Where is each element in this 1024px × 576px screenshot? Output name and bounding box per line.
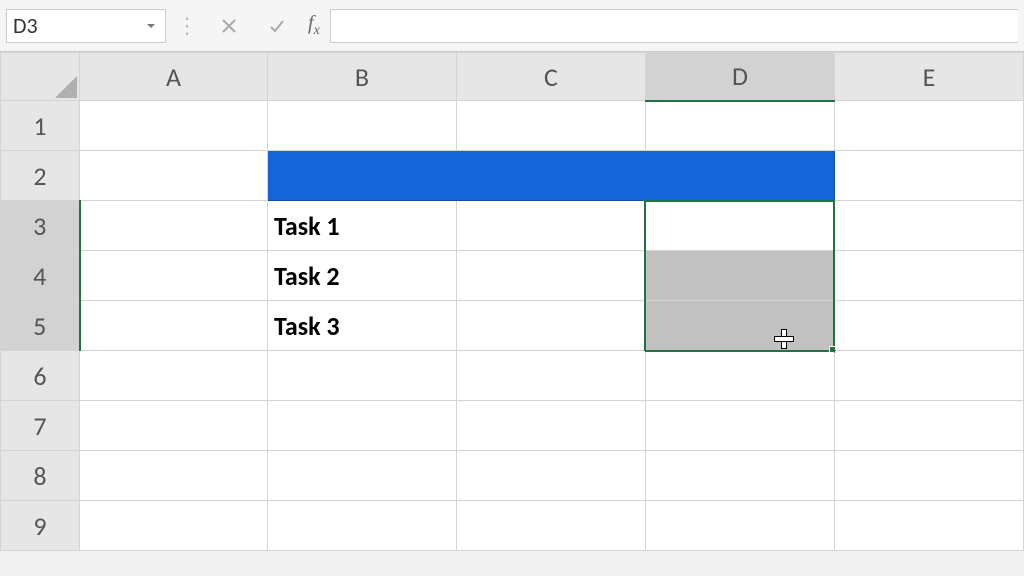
- cell-E5[interactable]: [834, 301, 1023, 351]
- fx-icon[interactable]: fx: [304, 12, 324, 39]
- cell-cursor-icon: [774, 329, 792, 347]
- cell-A8[interactable]: [80, 451, 268, 501]
- cell-D5[interactable]: [645, 301, 834, 351]
- name-box-dropdown-icon[interactable]: [143, 18, 159, 34]
- cell-D3[interactable]: [645, 201, 834, 251]
- row-header-5[interactable]: 5: [1, 301, 80, 351]
- cell-A7[interactable]: [80, 401, 268, 451]
- formula-input[interactable]: [330, 9, 1018, 43]
- col-header-A[interactable]: A: [80, 53, 268, 101]
- cell-B3[interactable]: Task 1: [267, 201, 456, 251]
- col-header-E[interactable]: E: [834, 53, 1023, 101]
- cell-E9[interactable]: [834, 501, 1023, 551]
- cell-A5[interactable]: [80, 301, 268, 351]
- enter-button[interactable]: [256, 9, 298, 43]
- cell-E4[interactable]: [834, 251, 1023, 301]
- formula-bar: D3 ⋮ fx: [0, 0, 1024, 52]
- row-header-1[interactable]: 1: [1, 101, 80, 151]
- cancel-button[interactable]: [208, 9, 250, 43]
- cell-B5[interactable]: Task 3: [267, 301, 456, 351]
- cell-A4[interactable]: [80, 251, 268, 301]
- cell-E8[interactable]: [834, 451, 1023, 501]
- name-box[interactable]: D3: [6, 9, 166, 43]
- cell-E6[interactable]: [834, 351, 1023, 401]
- cell-D4[interactable]: [645, 251, 834, 301]
- name-box-value: D3: [13, 12, 38, 39]
- cell-E7[interactable]: [834, 401, 1023, 451]
- cell-E2[interactable]: [834, 151, 1023, 201]
- row-header-2[interactable]: 2: [1, 151, 80, 201]
- row-header-3[interactable]: 3: [1, 201, 80, 251]
- col-header-D[interactable]: D: [645, 53, 834, 101]
- row-header-9[interactable]: 9: [1, 501, 80, 551]
- row-header-4[interactable]: 4: [1, 251, 80, 301]
- row-header-6[interactable]: 6: [1, 351, 80, 401]
- cell-B7[interactable]: [267, 401, 456, 451]
- row-header-7[interactable]: 7: [1, 401, 80, 451]
- cell-B4[interactable]: Task 2: [267, 251, 456, 301]
- cell-D7[interactable]: [645, 401, 834, 451]
- cell-A9[interactable]: [80, 501, 268, 551]
- cell-C5[interactable]: [456, 301, 645, 351]
- cell-C7[interactable]: [456, 401, 645, 451]
- cell-A1[interactable]: [80, 101, 268, 151]
- cell-D1[interactable]: [645, 101, 834, 151]
- col-header-C[interactable]: C: [456, 53, 645, 101]
- cell-A6[interactable]: [80, 351, 268, 401]
- cell-C3[interactable]: [456, 201, 645, 251]
- cell-C9[interactable]: [456, 501, 645, 551]
- col-header-B[interactable]: B: [267, 53, 456, 101]
- cell-E1[interactable]: [834, 101, 1023, 151]
- cell-B2-D2-merged[interactable]: [267, 151, 834, 201]
- row-header-8[interactable]: 8: [1, 451, 80, 501]
- cell-C8[interactable]: [456, 451, 645, 501]
- cell-C4[interactable]: [456, 251, 645, 301]
- separator: ⋮: [172, 12, 202, 39]
- cell-B6[interactable]: [267, 351, 456, 401]
- cell-D6[interactable]: [645, 351, 834, 401]
- cell-B9[interactable]: [267, 501, 456, 551]
- cell-B1[interactable]: [267, 101, 456, 151]
- cell-A3[interactable]: [80, 201, 268, 251]
- cell-D9[interactable]: [645, 501, 834, 551]
- cell-C6[interactable]: [456, 351, 645, 401]
- cell-E3[interactable]: [834, 201, 1023, 251]
- select-all-corner[interactable]: [1, 53, 80, 101]
- cell-C1[interactable]: [456, 101, 645, 151]
- cell-A2[interactable]: [80, 151, 268, 201]
- cell-B8[interactable]: [267, 451, 456, 501]
- cell-D8[interactable]: [645, 451, 834, 501]
- spreadsheet-grid[interactable]: A B C D E 1 2 3 Task 1: [0, 52, 1024, 551]
